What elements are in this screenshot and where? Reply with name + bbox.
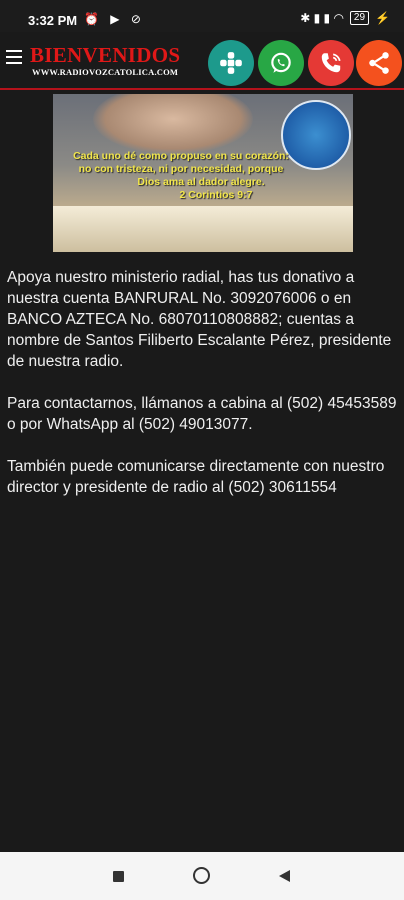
director-paragraph: También puede comunicarse directamente c…: [7, 458, 385, 496]
status-time: 3:32 PM: [28, 13, 78, 28]
recent-apps-icon[interactable]: [113, 871, 124, 882]
verse-line: Cada uno dé como propuso en su corazón:: [73, 150, 289, 162]
praying-hands-image: [93, 94, 253, 154]
home-icon[interactable]: [193, 867, 210, 884]
donation-paragraph: Apoya nuestro ministerio radial, has tus…: [7, 269, 392, 370]
radio-logo-emblem: [281, 100, 351, 170]
whatsapp-button[interactable]: [258, 40, 304, 86]
charging-icon: ⚡: [375, 11, 390, 25]
menu-icon[interactable]: [6, 50, 22, 64]
system-nav-bar: [0, 852, 404, 900]
contact-paragraph: Para contactarnos, llámanos a cabina al …: [7, 395, 397, 433]
whatsapp-icon: [271, 52, 291, 73]
status-indicators: ⏰ ▶ ⊘: [84, 12, 145, 26]
verse-line: Dios ama al dador alegre.: [137, 176, 265, 188]
back-icon[interactable]: [279, 870, 290, 882]
bible-verse: Cada uno dé como propuso en su corazón: …: [71, 150, 291, 202]
share-button[interactable]: [356, 40, 402, 86]
verse-reference: 2 Corintios 9:7: [179, 189, 253, 201]
bible-image: [53, 206, 353, 252]
status-right: ✱ ▮ ▮ ◠ 29 ⚡: [300, 11, 390, 25]
share-icon: [369, 52, 389, 74]
donation-info: Apoya nuestro ministerio radial, has tus…: [7, 267, 399, 519]
medical-app-button[interactable]: [208, 40, 254, 86]
phone-icon: [321, 53, 341, 73]
status-signal-icons: ✱ ▮ ▮ ◠: [300, 11, 344, 25]
app-subtitle: WWW.RADIOVOZCATOLICA.COM: [32, 67, 179, 77]
app-title: BIENVENIDOS: [30, 43, 181, 67]
medical-app-icon: [220, 52, 242, 74]
donation-banner: Cada uno dé como propuso en su corazón: …: [53, 94, 353, 252]
app-bar: BIENVENIDOS WWW.RADIOVOZCATOLICA.COM: [0, 32, 404, 90]
call-button[interactable]: [308, 40, 354, 86]
verse-line: no con tristeza, ni por necesidad, porqu…: [78, 163, 284, 175]
battery-icon: 29: [349, 11, 370, 25]
